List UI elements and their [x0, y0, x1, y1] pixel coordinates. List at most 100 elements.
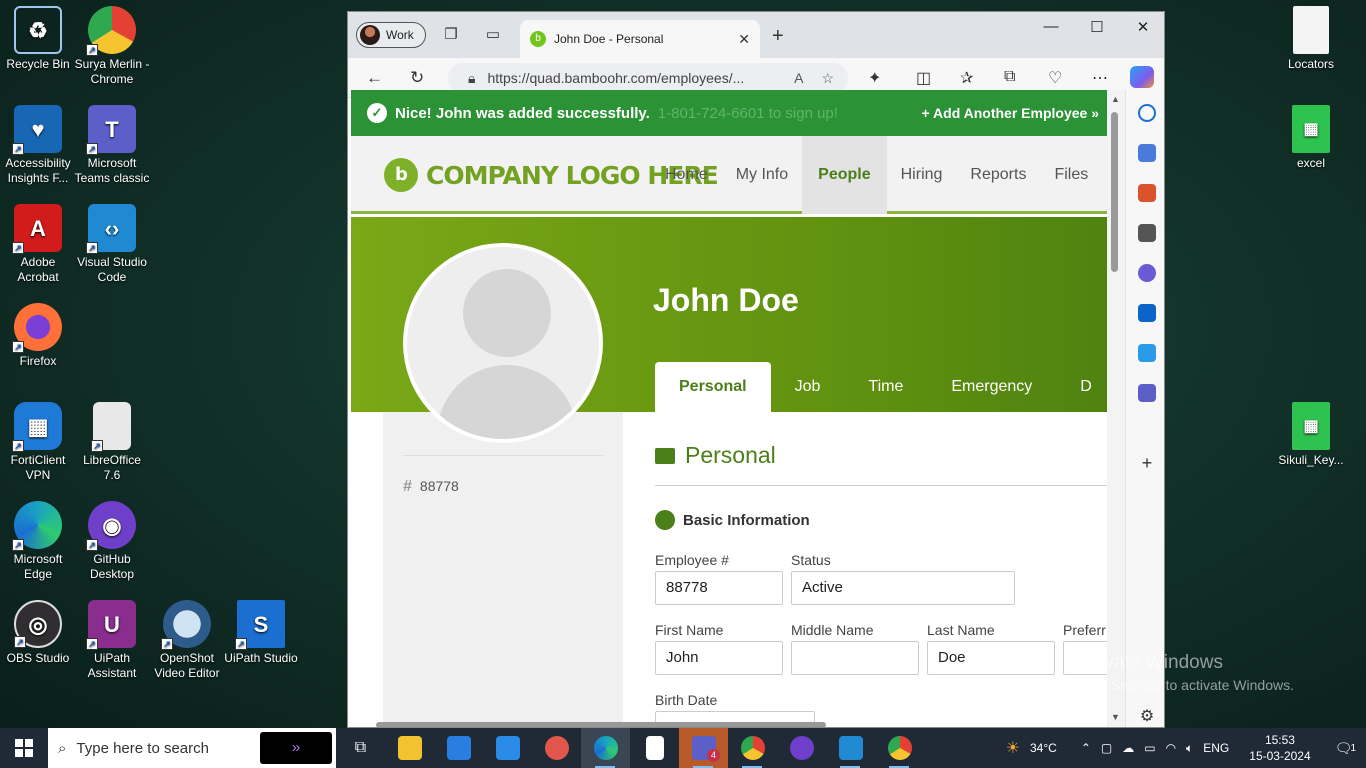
- tools-icon[interactable]: [1138, 184, 1156, 202]
- battery-icon[interactable]: ▭: [1144, 741, 1155, 755]
- nav-people[interactable]: People: [802, 136, 887, 214]
- chrome-taskbar-button[interactable]: [728, 728, 777, 768]
- outlook-icon[interactable]: [1138, 304, 1156, 322]
- close-window-icon[interactable]: ✕: [1120, 18, 1164, 36]
- favorite-star-icon[interactable]: ☆: [821, 70, 834, 87]
- workspaces-icon[interactable]: ❐: [442, 26, 460, 44]
- browser-essentials-icon[interactable]: ♡: [1048, 68, 1062, 88]
- language-indicator[interactable]: ENG: [1203, 741, 1229, 755]
- task-view-button[interactable]: ⧉: [336, 728, 385, 768]
- tab-personal[interactable]: Personal: [655, 362, 771, 412]
- teams-icon[interactable]: [1138, 384, 1156, 402]
- minimize-icon[interactable]: —: [1028, 18, 1074, 35]
- vscode-desktop-icon[interactable]: ‹› ↗ Visual Studio Code: [74, 204, 150, 285]
- start-button[interactable]: [0, 728, 48, 768]
- microsoft-365-icon[interactable]: [1138, 264, 1156, 282]
- weather-text[interactable]: 34°C: [1030, 741, 1057, 755]
- firefox-desktop-icon[interactable]: ↗ Firefox: [0, 303, 76, 369]
- read-aloud-icon[interactable]: A: [794, 70, 803, 87]
- snipping-tool-button[interactable]: [532, 728, 581, 768]
- scroll-thumb[interactable]: [1111, 112, 1118, 272]
- vscode-taskbar-button[interactable]: [826, 728, 875, 768]
- taskbar-search[interactable]: ⌕ Type here to search »: [48, 728, 336, 768]
- nav-hiring[interactable]: Hiring: [887, 136, 957, 214]
- edge-taskbar-button[interactable]: [581, 728, 630, 768]
- clock[interactable]: 15:53 15-03-2024: [1249, 732, 1310, 764]
- accessibility-insights-desktop-icon[interactable]: ♥ ↗ Accessibility Insights F...: [0, 105, 76, 186]
- split-screen-icon[interactable]: ◫: [916, 68, 931, 88]
- close-tab-icon[interactable]: ✕: [738, 31, 750, 48]
- favorites-icon[interactable]: ✰: [960, 68, 973, 88]
- middle-name-field[interactable]: [791, 641, 919, 675]
- nav-reports[interactable]: Reports: [956, 136, 1040, 214]
- github-taskbar-button[interactable]: [777, 728, 826, 768]
- file-explorer-button[interactable]: [385, 728, 434, 768]
- locators-desktop-icon[interactable]: Locators: [1273, 6, 1349, 72]
- nav-home[interactable]: Home: [651, 136, 722, 214]
- games-icon[interactable]: [1138, 224, 1156, 242]
- nav-my-info[interactable]: My Info: [722, 136, 802, 214]
- openshot-desktop-icon[interactable]: ↗ OpenShot Video Editor: [149, 600, 225, 681]
- forticlient-desktop-icon[interactable]: ▦ ↗ FortiClient VPN: [0, 402, 76, 483]
- notepad-button[interactable]: [630, 728, 679, 768]
- scroll-down-icon[interactable]: ▼: [1111, 712, 1120, 722]
- store-button[interactable]: [434, 728, 483, 768]
- profile-button[interactable]: Work: [356, 22, 426, 48]
- refresh-icon[interactable]: ↻: [410, 68, 424, 88]
- excel-desktop-icon[interactable]: ▦ excel: [1273, 105, 1349, 171]
- teams-desktop-icon[interactable]: T ↗ Microsoft Teams classic: [74, 105, 150, 186]
- more-menu-icon[interactable]: ⋯: [1092, 68, 1108, 88]
- tab-actions-icon[interactable]: ▭: [484, 26, 502, 44]
- extensions-icon[interactable]: ✦: [868, 68, 881, 88]
- add-icon[interactable]: +: [1138, 454, 1156, 472]
- edge-desktop-icon[interactable]: ↗ Microsoft Edge: [0, 501, 76, 582]
- uipath-studio-desktop-icon[interactable]: S ↗ UiPath Studio: [223, 600, 299, 666]
- maximize-icon[interactable]: ☐: [1074, 18, 1120, 36]
- send-icon[interactable]: [1138, 344, 1156, 362]
- teams-taskbar-button[interactable]: 4: [679, 728, 728, 768]
- collections-icon[interactable]: ⧉: [1004, 68, 1015, 86]
- last-name-field[interactable]: Doe: [927, 641, 1055, 675]
- tab-emergency[interactable]: Emergency: [927, 362, 1056, 412]
- url-field[interactable]: 🔒︎ https://quad.bamboohr.com/employees/.…: [448, 63, 848, 93]
- employee-name: John Doe: [653, 282, 799, 318]
- libreoffice-desktop-icon[interactable]: ↗ LibreOffice 7.6: [74, 402, 150, 483]
- back-icon[interactable]: ←: [366, 68, 383, 88]
- scroll-up-icon[interactable]: ▲: [1111, 94, 1120, 104]
- nav-files[interactable]: Files: [1040, 136, 1102, 214]
- obs-desktop-icon[interactable]: ◎ ↗ OBS Studio: [0, 600, 76, 666]
- search-icon[interactable]: [1138, 104, 1156, 122]
- settings-gear-icon[interactable]: ⚙: [1138, 708, 1156, 726]
- desktop-icon-label: Surya Merlin - Chrome: [74, 57, 150, 86]
- uipath-assistant-desktop-icon[interactable]: U ↗ UiPath Assistant: [74, 600, 150, 681]
- chrome-desktop-icon[interactable]: ↗ Surya Merlin - Chrome: [74, 6, 150, 87]
- shopping-icon[interactable]: [1138, 144, 1156, 162]
- mail-button[interactable]: [483, 728, 532, 768]
- copilot-icon[interactable]: [1130, 66, 1154, 88]
- uipath-assistant-icon: U ↗: [86, 600, 136, 650]
- tab-time-off[interactable]: Time Off: [844, 362, 927, 445]
- tab-job[interactable]: Job: [771, 362, 845, 412]
- vertical-scrollbar[interactable]: ▲ ▼: [1107, 90, 1125, 727]
- weather-icon[interactable]: ☀: [1006, 738, 1020, 758]
- acrobat-desktop-icon[interactable]: A ↗ Adobe Acrobat: [0, 204, 76, 285]
- sikuli-desktop-icon[interactable]: ▦ Sikuli_Key...: [1273, 402, 1349, 468]
- wifi-icon[interactable]: ◠: [1166, 741, 1176, 755]
- volume-icon[interactable]: 🔈︎: [1186, 741, 1193, 756]
- desktop-icon-label: FortiClient VPN: [10, 453, 66, 482]
- meet-now-icon[interactable]: ▢: [1101, 741, 1112, 755]
- github-desktop-desktop-icon[interactable]: ◉ ↗ GitHub Desktop: [74, 501, 150, 582]
- chevron-up-icon[interactable]: ⌃: [1081, 741, 1091, 755]
- tab-more[interactable]: D: [1056, 362, 1107, 412]
- status-field[interactable]: Active: [791, 571, 1015, 605]
- add-another-employee-link[interactable]: + Add Another Employee »: [922, 105, 1100, 121]
- first-name-field[interactable]: John: [655, 641, 783, 675]
- employee-photo[interactable]: [403, 243, 603, 443]
- new-tab-icon[interactable]: +: [772, 25, 784, 48]
- desktop-icon-label: UiPath Assistant: [87, 651, 137, 680]
- recycle-bin-desktop-icon[interactable]: ♻ Recycle Bin: [0, 6, 76, 72]
- chrome-profile-taskbar-button[interactable]: [875, 728, 924, 768]
- onedrive-icon[interactable]: ☁: [1122, 741, 1134, 755]
- employee-no-field[interactable]: 88778: [655, 571, 783, 605]
- tab-john-doe[interactable]: b John Doe - Personal ✕: [520, 20, 760, 58]
